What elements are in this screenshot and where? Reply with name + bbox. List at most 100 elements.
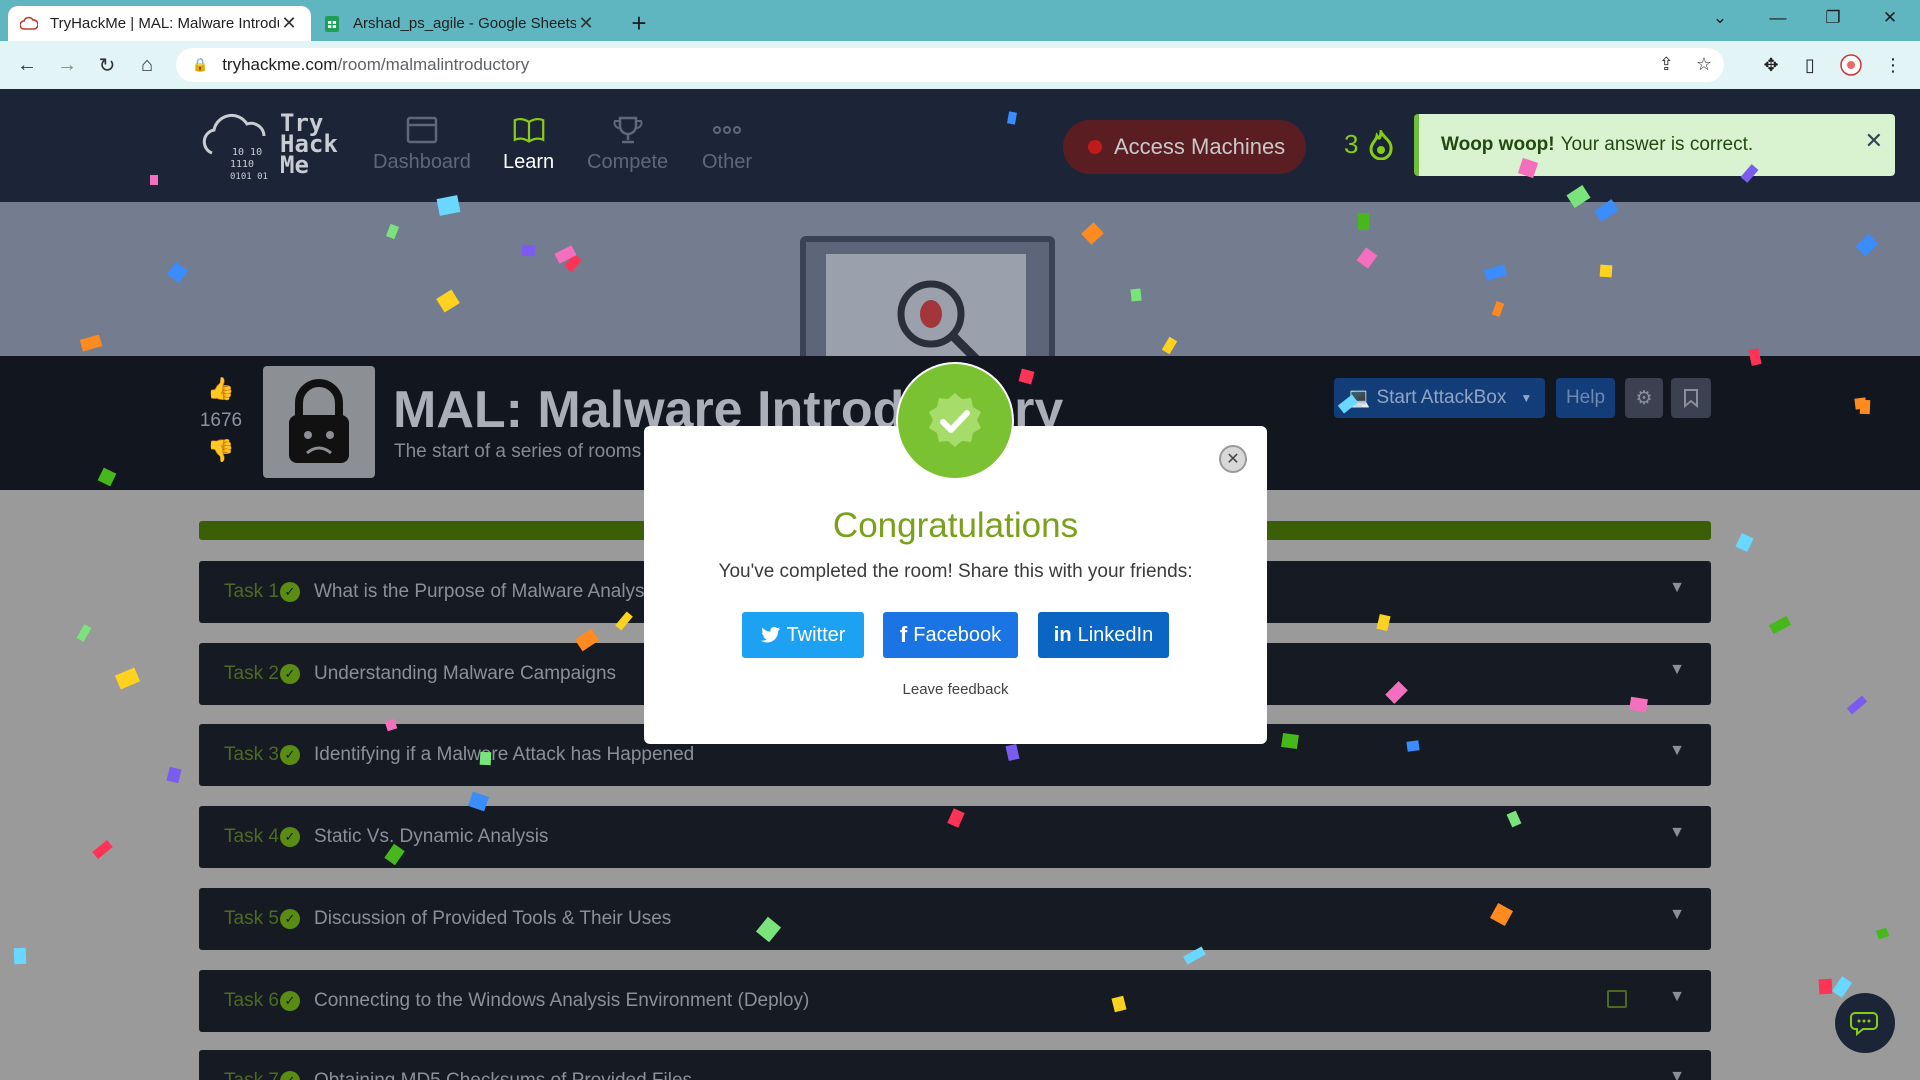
side-panel-icon[interactable]: ▯ [1797,52,1823,78]
more-icon [713,126,742,134]
task-title: What is the Purpose of Malware Analysis? [314,581,669,602]
start-attackbox-button[interactable]: 💻 Start AttackBox ▼ [1334,378,1545,418]
linkedin-label: LinkedIn [1077,623,1154,646]
check-icon: ✓ [280,664,300,684]
nav-dashboard[interactable]: Dashboard [373,115,471,174]
confetti-piece [1130,288,1142,302]
confetti-piece [1281,732,1299,750]
nav-label: Learn [503,151,555,173]
task-number: Task 5 [224,908,279,929]
chrome-menu-icon[interactable]: ⋮ [1880,52,1906,78]
confetti-piece [92,840,113,859]
forward-icon[interactable]: → [53,51,81,79]
browser-tab-tryhackme[interactable]: TryHackMe | MAL: Malware Introductory ✕ [8,6,311,41]
book-icon [513,117,544,143]
thumbs-down-icon[interactable]: 👎 [198,438,244,464]
chevron-down-icon[interactable]: ▼ [1669,579,1685,597]
profile-avatar-icon[interactable] [1838,52,1864,78]
vote-box: 👍 1676 👎 [198,376,244,464]
task-row[interactable]: Task 7 ✓ Obtaining MD5 Checksums of Prov… [199,1050,1711,1080]
chevron-down-icon[interactable]: ▼ [1669,1068,1685,1080]
chevron-down-icon[interactable]: ▼ [1669,661,1685,679]
confetti-piece [1831,976,1853,998]
close-icon[interactable]: ✕ [1219,445,1247,473]
tryhackme-logo[interactable]: 10 10 1110 0101 01 Try Hack Me [198,105,348,185]
start-attackbox-label: Start AttackBox [1376,387,1507,408]
tab-search-icon[interactable]: ⌄ [1700,8,1740,28]
status-dot-icon [1088,140,1102,154]
check-badge-icon [929,393,981,447]
leave-feedback-link[interactable]: Leave feedback [644,681,1267,698]
help-button[interactable]: Help [1556,378,1615,418]
confetti-piece [150,175,158,185]
task-row[interactable]: Task 5 ✓ Discussion of Provided Tools & … [199,888,1711,950]
gear-icon[interactable]: ⚙ [1625,378,1663,418]
linkedin-share-button[interactable]: in LinkedIn [1038,612,1169,658]
facebook-icon: f [899,622,908,647]
bookmark-icon[interactable] [1671,378,1711,418]
confetti-piece [1818,978,1833,995]
url-path: /room/malmalintroductory [337,55,530,74]
confetti-piece [1875,927,1890,940]
minimize-icon[interactable]: — [1758,8,1798,28]
bookmark-star-icon[interactable]: ☆ [1696,54,1712,75]
close-icon[interactable]: ✕ [1865,128,1883,154]
confetti-piece [1376,613,1391,632]
address-bar[interactable]: 🔒 tryhackme.com/room/malmalintroductory … [176,48,1724,82]
task-row[interactable]: Task 6 ✓ Connecting to the Windows Analy… [199,970,1711,1032]
nav-label: Other [702,151,753,173]
confetti-piece [1629,696,1648,713]
back-icon[interactable]: ← [13,51,41,79]
chevron-down-icon[interactable]: ▼ [1669,988,1685,1006]
upvote-count: 1676 [199,410,243,431]
nav-compete[interactable]: Compete [587,115,668,174]
facebook-share-button[interactable]: f Facebook [883,612,1018,658]
close-window-icon[interactable]: ✕ [1870,8,1910,28]
room-hero-banner [0,202,1920,356]
chevron-down-icon[interactable]: ▼ [1669,824,1685,842]
close-tab-icon[interactable]: ✕ [279,13,299,34]
tryhackme-favicon-icon [20,15,38,33]
restore-icon[interactable]: ❐ [1813,8,1853,28]
malware-illustration [800,236,1055,356]
reload-icon[interactable]: ↻ [93,51,121,79]
confetti-piece [1599,264,1613,278]
chevron-down-icon[interactable]: ▼ [1669,906,1685,924]
check-icon: ✓ [280,745,300,765]
thumbs-up-icon[interactable]: 👍 [198,376,244,402]
twitter-share-button[interactable]: Twitter [742,612,864,658]
streak-counter[interactable]: 3 [1344,129,1394,160]
chat-icon [1850,1012,1878,1037]
cloud-logo-icon: 10 10 1110 0101 01 [202,114,268,182]
confetti-piece [1859,399,1871,415]
confetti-piece [1735,532,1754,553]
close-tab-icon[interactable]: ✕ [576,13,596,34]
logo-text: Try Hack Me [280,109,338,179]
extensions-icon[interactable]: ✥ [1758,52,1784,78]
success-badge [896,362,1014,480]
nav-learn[interactable]: Learn [503,115,554,174]
confetti-piece [479,751,492,766]
confetti-piece [1846,695,1868,715]
modal-title: Congratulations [832,506,1079,545]
browser-tab-strip: TryHackMe | MAL: Malware Introductory ✕ … [0,0,1920,41]
browser-toolbar: ← → ↻ ⌂ 🔒 tryhackme.com/room/malmalintro… [0,41,1920,89]
share-icon[interactable]: ⇪ [1659,54,1674,75]
browser-tab-sheets[interactable]: Arshad_ps_agile - Google Sheets ✕ [311,6,608,41]
confetti-piece [13,947,27,965]
chat-support-button[interactable] [1835,993,1895,1053]
chevron-down-icon[interactable]: ▼ [1669,742,1685,760]
room-lock-image [263,366,375,478]
home-icon[interactable]: ⌂ [133,51,161,79]
lock-icon: 🔒 [192,57,209,72]
dashboard-icon [406,116,438,144]
task-number: Task 6 [224,990,279,1011]
nav-other[interactable]: Other [702,115,752,174]
access-machines-button[interactable]: Access Machines [1063,120,1306,174]
confetti-piece [1768,615,1792,635]
toast-strong: Woop woop! [1441,134,1555,155]
modal-message: You've completed the room! Share this wi… [718,561,1193,582]
new-tab-icon[interactable]: + [624,8,654,39]
caret-down-icon[interactable]: ▼ [1520,391,1532,405]
check-icon: ✓ [280,991,300,1011]
